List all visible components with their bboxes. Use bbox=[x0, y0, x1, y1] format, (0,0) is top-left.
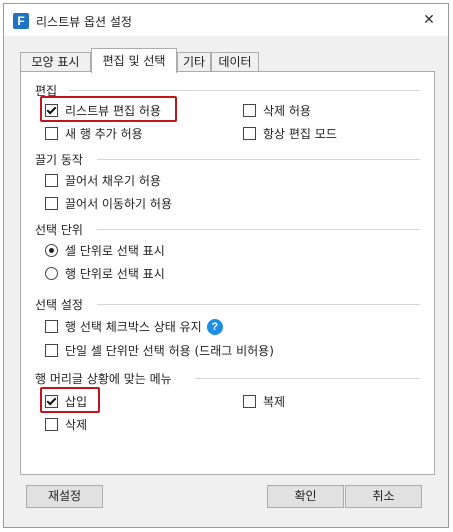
checkbox-label: 복제 bbox=[263, 395, 286, 409]
section-divider bbox=[69, 90, 420, 91]
tab-etc[interactable]: 기타 bbox=[177, 52, 211, 71]
checkbox-single-cell-only[interactable]: 단일 셀 단위만 선택 허용 (드래그 비허용) bbox=[45, 342, 274, 359]
checkbox-box[interactable] bbox=[45, 344, 58, 357]
dialog-window: F 리스트뷰 옵션 설정 ✕ 모양 표시 편집 및 선택 기타 데이터 편집 리… bbox=[3, 3, 449, 528]
checkbox-label: 삭제 bbox=[65, 418, 88, 432]
checkbox-label: 리스트뷰 편집 허용 bbox=[65, 104, 161, 118]
checkbox-box[interactable] bbox=[45, 395, 58, 408]
section-title-edit: 편집 bbox=[35, 84, 58, 98]
checkbox-drag-move[interactable]: 끌어서 이동하기 허용 bbox=[45, 195, 172, 212]
tab-data[interactable]: 데이터 bbox=[211, 52, 259, 71]
checkbox-label: 끌어서 채우기 허용 bbox=[65, 174, 161, 188]
checkbox-keep-row-check-state[interactable]: 행 선택 체크박스 상태 유지 ? bbox=[45, 318, 223, 335]
radio-cell-unit[interactable]: 셀 단위로 선택 표시 bbox=[45, 242, 165, 259]
tab-appearance[interactable]: 모양 표시 bbox=[20, 52, 91, 71]
radio-button[interactable] bbox=[45, 244, 58, 257]
checkbox-allow-add-row[interactable]: 새 행 추가 허용 bbox=[45, 125, 143, 142]
section-divider bbox=[97, 229, 420, 230]
checkbox-always-edit[interactable]: 항상 편집 모드 bbox=[243, 125, 337, 142]
checkbox-box[interactable] bbox=[243, 104, 256, 117]
checkbox-label: 삭제 허용 bbox=[263, 104, 311, 118]
checkbox-label: 행 선택 체크박스 상태 유지 bbox=[65, 320, 202, 334]
tab-edit-selection[interactable]: 편집 및 선택 bbox=[91, 48, 177, 73]
checkbox-label: 단일 셀 단위만 선택 허용 (드래그 비허용) bbox=[65, 344, 274, 358]
title-bar: F 리스트뷰 옵션 설정 ✕ bbox=[4, 4, 448, 36]
section-divider bbox=[195, 378, 420, 379]
checkbox-label: 항상 편집 모드 bbox=[263, 127, 337, 141]
checkbox-box[interactable] bbox=[45, 418, 58, 431]
radio-button[interactable] bbox=[45, 267, 58, 280]
section-divider bbox=[97, 304, 420, 305]
checkbox-allow-delete[interactable]: 삭제 허용 bbox=[243, 102, 311, 119]
ok-button[interactable]: 확인 bbox=[267, 485, 344, 508]
checkbox-box[interactable] bbox=[243, 395, 256, 408]
close-icon[interactable]: ✕ bbox=[418, 10, 440, 30]
checkbox-delete[interactable]: 삭제 bbox=[45, 416, 87, 433]
checkbox-label: 끌어서 이동하기 허용 bbox=[65, 197, 172, 211]
section-title-selection-settings: 선택 설정 bbox=[35, 298, 83, 312]
checkbox-box[interactable] bbox=[45, 320, 58, 333]
radio-label: 셀 단위로 선택 표시 bbox=[65, 244, 165, 258]
checkbox-label: 삽입 bbox=[65, 395, 88, 409]
checkbox-box[interactable] bbox=[45, 104, 58, 117]
radio-label: 행 단위로 선택 표시 bbox=[65, 267, 165, 281]
section-divider bbox=[97, 159, 420, 160]
window-title: 리스트뷰 옵션 설정 bbox=[36, 15, 132, 29]
checkbox-box[interactable] bbox=[45, 197, 58, 210]
app-logo-icon: F bbox=[13, 13, 29, 29]
section-title-row-header-menu: 행 머리글 상황에 맞는 메뉴 bbox=[35, 372, 172, 386]
checkbox-box[interactable] bbox=[45, 127, 58, 140]
checkbox-label: 새 행 추가 허용 bbox=[65, 127, 143, 141]
checkbox-box[interactable] bbox=[45, 174, 58, 187]
radio-row-unit[interactable]: 행 단위로 선택 표시 bbox=[45, 265, 165, 282]
tab-panel: 편집 리스트뷰 편집 허용 삭제 허용 새 행 추가 허용 항상 편집 모드 끌… bbox=[20, 71, 435, 475]
checkbox-insert[interactable]: 삽입 bbox=[45, 393, 87, 410]
checkbox-duplicate[interactable]: 복제 bbox=[243, 393, 285, 410]
checkbox-box[interactable] bbox=[243, 127, 256, 140]
checkbox-allow-edit[interactable]: 리스트뷰 편집 허용 bbox=[45, 102, 161, 119]
section-title-selection-unit: 선택 단위 bbox=[35, 223, 83, 237]
checkbox-drag-fill[interactable]: 끌어서 채우기 허용 bbox=[45, 172, 161, 189]
reset-button[interactable]: 재설정 bbox=[26, 485, 103, 508]
cancel-button[interactable]: 취소 bbox=[345, 485, 422, 508]
help-icon[interactable]: ? bbox=[206, 318, 223, 335]
section-title-drag: 끌기 동작 bbox=[35, 153, 83, 167]
